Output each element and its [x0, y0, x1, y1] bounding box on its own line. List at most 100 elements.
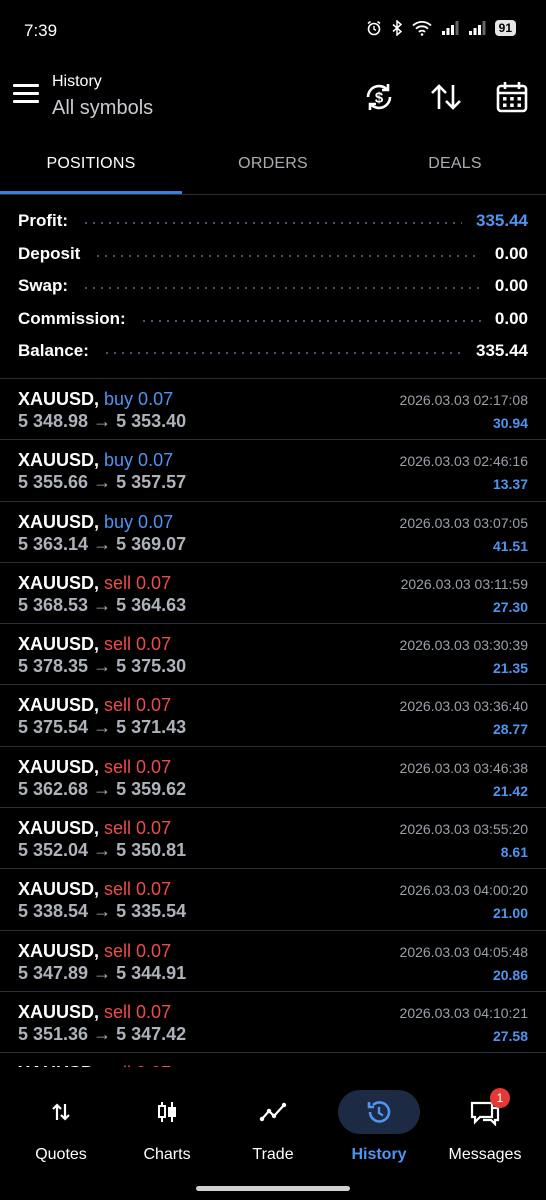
position-symbol-line: XAUUSD, sell 0.07	[18, 941, 171, 962]
position-prices: 5 362.68 → 5 359.62	[18, 778, 187, 799]
position-symbol: XAUUSD,	[18, 450, 100, 471]
sort-icon[interactable]	[428, 79, 464, 115]
position-side: buy 0.07	[104, 389, 174, 409]
nav-label: Messages	[448, 1146, 522, 1163]
position-side: sell 0.07	[104, 1063, 171, 1067]
nav-label: History	[351, 1146, 407, 1163]
swap-value: 0.00	[494, 276, 528, 296]
position-prices: 5 368.53 → 5 364.63	[18, 594, 187, 615]
commission-label: Commission:	[18, 308, 126, 328]
nav-label: Charts	[143, 1146, 191, 1163]
position-row[interactable]: XAUUSD, sell 0.07 5 347.89 → 5 344.91 2026…	[0, 931, 546, 992]
position-symbol: XAUUSD,	[18, 1063, 99, 1067]
deposit-label: Deposit	[18, 243, 81, 263]
calendar-icon[interactable]	[494, 79, 530, 115]
position-time: 2026.03.03 03:55:20	[399, 821, 528, 838]
position-row[interactable]: XAUUSD, sell 0.07	[0, 1053, 546, 1067]
bluetooth-icon	[392, 20, 402, 36]
currency-sync-icon[interactable]: $	[361, 79, 397, 115]
tab-positions[interactable]: POSITIONS	[0, 143, 182, 195]
position-time: 2026.03.03 03:36:40	[399, 698, 528, 715]
dotted-leader	[139, 319, 481, 322]
nav-messages[interactable]: 1 Messages	[435, 1088, 535, 1164]
dotted-leader	[102, 352, 462, 355]
tab-orders[interactable]: ORDERS	[182, 143, 364, 195]
commission-value: 0.00	[494, 308, 528, 328]
position-row[interactable]: XAUUSD, sell 0.07 5 362.68 → 5 359.62 2026…	[0, 747, 546, 809]
header-titles[interactable]: History All symbols	[52, 73, 153, 120]
position-time: 2026.03.03 04:05:48	[399, 943, 528, 960]
position-row[interactable]: XAUUSD, sell 0.07 5 351.36 → 5 347.42 2026…	[0, 992, 546, 1054]
position-side: sell 0.07	[104, 1001, 172, 1022]
position-symbol-line: XAUUSD, sell 0.07	[18, 634, 171, 655]
signal-icon	[441, 21, 459, 35]
position-symbol: XAUUSD,	[18, 389, 100, 409]
page-title: History	[52, 73, 102, 90]
position-profit: 27.58	[492, 1027, 528, 1044]
summary-row-commission: Commission: 0.00	[18, 303, 528, 336]
position-row[interactable]: XAUUSD, sell 0.07 5 368.53 → 5 364.63 2026…	[0, 563, 546, 625]
position-symbol: XAUUSD,	[18, 818, 100, 839]
position-prices: 5 347.89 → 5 344.91	[18, 962, 187, 983]
dotted-leader	[82, 222, 462, 225]
position-side: sell 0.07	[104, 879, 172, 900]
nav-trade[interactable]: Trade	[223, 1090, 323, 1164]
status-icons: 91	[366, 20, 516, 36]
position-side: sell 0.07	[104, 940, 172, 961]
positions-list[interactable]: XAUUSD, buy 0.07 5 348.98 → 5 353.40 2026.…	[0, 379, 546, 1067]
summary-row-swap: Swap: 0.00	[18, 270, 528, 303]
summary-row-profit: Profit: 335.44	[18, 205, 528, 238]
position-row[interactable]: XAUUSD, buy 0.07 5 348.98 → 5 353.40 2026.…	[0, 379, 546, 441]
position-profit: 20.86	[492, 966, 528, 983]
position-symbol-line: XAUUSD, sell 0.07	[18, 695, 171, 716]
home-indicator	[196, 1186, 350, 1191]
position-time: 2026.03.03 04:00:20	[399, 882, 528, 899]
app-header: History All symbols $	[0, 62, 546, 134]
position-prices: 5 378.35 → 5 375.30	[18, 656, 187, 677]
summary-row-deposit: Deposit 0.00	[18, 238, 528, 271]
history-icon	[367, 1101, 391, 1123]
position-profit: 30.94	[492, 415, 528, 431]
position-profit: 13.37	[492, 476, 528, 493]
position-prices: 5 348.98 → 5 353.40	[18, 411, 187, 431]
tab-deals[interactable]: DEALS	[364, 143, 546, 195]
signal-icon	[468, 21, 486, 35]
position-prices: 5 355.66 → 5 357.57	[18, 472, 187, 493]
position-row[interactable]: XAUUSD, sell 0.07 5 378.35 → 5 375.30 2026…	[0, 624, 546, 686]
position-side: sell 0.07	[104, 756, 172, 777]
battery-icon: 91	[494, 20, 516, 36]
deposit-value: 0.00	[494, 243, 528, 263]
position-profit: 21.00	[492, 905, 528, 922]
position-row[interactable]: XAUUSD, buy 0.07 5 355.66 → 5 357.57 2026.…	[0, 440, 546, 502]
nav-quotes[interactable]: Quotes	[11, 1090, 111, 1164]
position-time: 2026.03.03 02:17:08	[399, 392, 528, 408]
nav-charts[interactable]: Charts	[117, 1090, 217, 1164]
position-symbol-line: XAUUSD, sell 0.07	[18, 818, 171, 839]
position-prices: 5 351.36 → 5 347.42	[18, 1023, 187, 1044]
position-symbol-line: XAUUSD, sell 0.07	[18, 1063, 171, 1067]
bottom-nav: Quotes Charts Trade History 1 Messages	[0, 1070, 546, 1200]
position-time: 2026.03.03 03:30:39	[399, 637, 528, 654]
position-prices: 5 375.54 → 5 371.43	[18, 717, 187, 738]
menu-icon[interactable]	[13, 84, 39, 106]
nav-history[interactable]: History	[329, 1090, 429, 1164]
symbol-filter[interactable]: All symbols	[52, 97, 153, 120]
position-prices: 5 363.14 → 5 369.07	[18, 533, 187, 554]
position-symbol-line: XAUUSD, buy 0.07	[18, 450, 173, 471]
position-side: sell 0.07	[104, 818, 172, 839]
position-profit: 28.77	[492, 721, 528, 738]
swap-label: Swap:	[18, 276, 69, 296]
position-row[interactable]: XAUUSD, buy 0.07 5 363.14 → 5 369.07 2026.…	[0, 502, 546, 563]
position-row[interactable]: XAUUSD, sell 0.07 5 375.54 → 5 371.43 2026…	[0, 685, 546, 747]
summary-panel: Profit: 335.44 Deposit 0.00 Swap: 0.00 C…	[18, 205, 528, 368]
dotted-leader	[82, 287, 481, 290]
wifi-icon	[412, 21, 432, 36]
position-row[interactable]: XAUUSD, sell 0.07 5 352.04 → 5 350.81 2026…	[0, 808, 546, 870]
position-symbol-line: XAUUSD, sell 0.07	[18, 879, 171, 900]
position-side: sell 0.07	[104, 572, 172, 593]
position-profit: 21.42	[492, 782, 528, 799]
dotted-leader	[94, 254, 481, 257]
position-time: 2026.03.03 03:11:59	[400, 575, 528, 592]
position-row[interactable]: XAUUSD, sell 0.07 5 338.54 → 5 335.54 2026…	[0, 869, 546, 931]
position-time: 2026.03.03 02:46:16	[399, 453, 528, 470]
